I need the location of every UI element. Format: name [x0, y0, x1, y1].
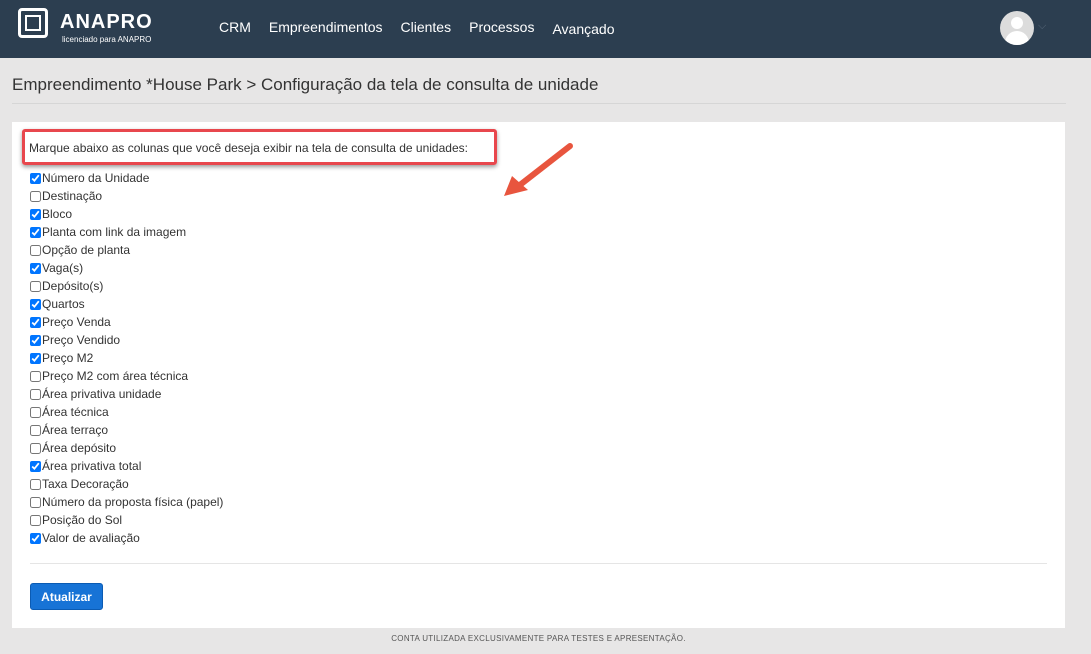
- column-option[interactable]: Número da Unidade: [30, 169, 223, 187]
- column-checkbox[interactable]: [30, 316, 41, 328]
- column-checkbox[interactable]: [30, 334, 41, 346]
- main-nav: CRM Empreendimentos Clientes Processos A…: [219, 19, 632, 37]
- column-label: Número da proposta física (papel): [42, 495, 224, 509]
- column-checkbox[interactable]: [30, 352, 41, 364]
- column-label: Quartos: [42, 297, 85, 311]
- column-option[interactable]: Preço M2: [30, 349, 223, 367]
- column-checkbox[interactable]: [30, 442, 41, 454]
- logo-name: ANAPRO: [60, 11, 153, 33]
- chevron-down-icon: ⌵: [1038, 20, 1047, 32]
- form-divider: [30, 563, 1047, 564]
- column-checkbox[interactable]: [30, 406, 41, 418]
- top-navigation-bar: ANAPRO licenciado para ANAPRO CRM Empree…: [0, 0, 1091, 58]
- update-button[interactable]: Atualizar: [30, 583, 103, 610]
- column-label: Posição do Sol: [42, 513, 123, 527]
- column-option[interactable]: Área técnica: [30, 403, 223, 421]
- column-label: Preço M2: [42, 351, 94, 365]
- instruction-text: Marque abaixo as colunas que você deseja…: [29, 141, 468, 155]
- column-label: Vaga(s): [42, 261, 84, 275]
- nav-processos[interactable]: Processos: [469, 19, 534, 37]
- column-checkbox[interactable]: [30, 172, 41, 184]
- column-checkbox[interactable]: [30, 532, 41, 544]
- annotation-arrow-icon: [504, 143, 573, 196]
- column-label: Número da Unidade: [42, 171, 150, 185]
- column-label: Área depósito: [42, 441, 117, 455]
- column-option[interactable]: Área depósito: [30, 439, 223, 457]
- column-checkbox[interactable]: [30, 298, 41, 310]
- column-checkbox[interactable]: [30, 208, 41, 220]
- column-option[interactable]: Bloco: [30, 205, 223, 223]
- column-label: Preço M2 com área técnica: [42, 369, 189, 383]
- anapro-logo-icon: [18, 8, 48, 38]
- configuration-panel: Marque abaixo as colunas que você deseja…: [12, 122, 1065, 628]
- column-option[interactable]: Preço M2 com área técnica: [30, 367, 223, 385]
- column-checkbox[interactable]: [30, 460, 41, 472]
- column-option[interactable]: Preço Venda: [30, 313, 223, 331]
- column-checkbox[interactable]: [30, 280, 41, 292]
- column-label: Opção de planta: [42, 243, 131, 257]
- column-label: Bloco: [42, 207, 73, 221]
- column-label: Área terraço: [42, 423, 109, 437]
- column-checkbox[interactable]: [30, 370, 41, 382]
- column-option[interactable]: Preço Vendido: [30, 331, 223, 349]
- page-title: Empreendimento *House Park > Configuraçã…: [12, 75, 599, 94]
- footer-notice: CONTA UTILIZADA EXCLUSIVAMENTE PARA TEST…: [391, 634, 686, 643]
- column-checkbox[interactable]: [30, 514, 41, 526]
- column-label: Planta com link da imagem: [42, 225, 187, 239]
- title-divider: [12, 103, 1066, 104]
- column-option[interactable]: Depósito(s): [30, 277, 223, 295]
- user-menu[interactable]: ⌵: [1000, 11, 1050, 45]
- logo-subtitle: licenciado para ANAPRO: [62, 35, 152, 44]
- column-option[interactable]: Área terraço: [30, 421, 223, 439]
- column-label: Destinação: [42, 189, 103, 203]
- column-option[interactable]: Valor de avaliação: [30, 529, 223, 547]
- column-checkbox-list: Número da Unidade Destinação Bloco Planta c…: [30, 169, 223, 547]
- column-checkbox[interactable]: [30, 496, 41, 508]
- nav-empreendimentos[interactable]: Empreendimentos: [269, 19, 383, 37]
- column-label: Preço Venda: [42, 315, 111, 329]
- column-option[interactable]: Área privativa total: [30, 457, 223, 475]
- column-checkbox[interactable]: [30, 388, 41, 400]
- column-option[interactable]: Planta com link da imagem: [30, 223, 223, 241]
- column-checkbox[interactable]: [30, 262, 41, 274]
- column-option[interactable]: Quartos: [30, 295, 223, 313]
- anapro-logo[interactable]: ANAPRO licenciado para ANAPRO: [18, 8, 168, 48]
- column-checkbox[interactable]: [30, 226, 41, 238]
- column-option[interactable]: Área privativa unidade: [30, 385, 223, 403]
- column-option[interactable]: Opção de planta: [30, 241, 223, 259]
- column-label: Área privativa unidade: [42, 387, 162, 401]
- column-checkbox[interactable]: [30, 244, 41, 256]
- column-label: Taxa Decoração: [42, 477, 129, 491]
- nav-crm[interactable]: CRM: [219, 19, 251, 37]
- column-option[interactable]: Vaga(s): [30, 259, 223, 277]
- nav-avancado[interactable]: Avançado: [552, 21, 614, 37]
- column-label: Depósito(s): [42, 279, 104, 293]
- column-option[interactable]: Posição do Sol: [30, 511, 223, 529]
- column-checkbox[interactable]: [30, 424, 41, 436]
- column-label: Área privativa total: [42, 459, 142, 473]
- column-option[interactable]: Número da proposta física (papel): [30, 493, 223, 511]
- column-option[interactable]: Destinação: [30, 187, 223, 205]
- column-option[interactable]: Taxa Decoração: [30, 475, 223, 493]
- column-checkbox[interactable]: [30, 190, 41, 202]
- column-label: Preço Vendido: [42, 333, 121, 347]
- nav-clientes[interactable]: Clientes: [401, 19, 452, 37]
- user-avatar-icon: [1000, 11, 1034, 45]
- column-label: Valor de avaliação: [42, 531, 140, 545]
- column-label: Área técnica: [42, 405, 109, 419]
- column-checkbox[interactable]: [30, 478, 41, 490]
